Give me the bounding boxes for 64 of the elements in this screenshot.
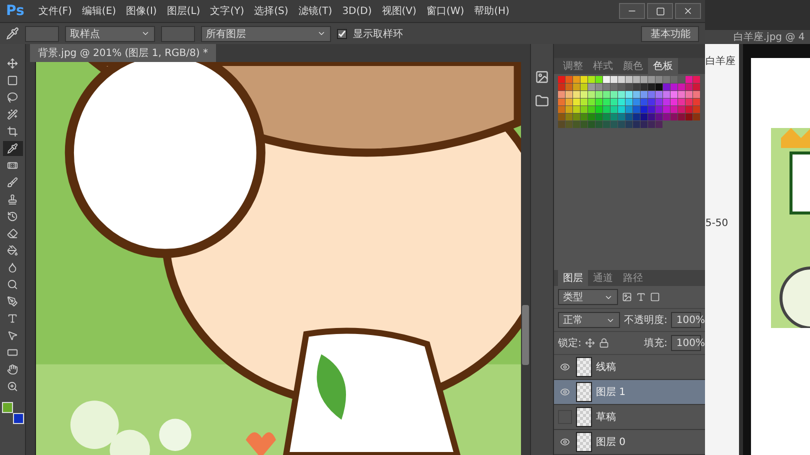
layer-thumbnail [576,382,592,402]
scroll-bar[interactable] [521,62,530,455]
shape-filter-icon[interactable] [650,292,660,302]
layer-row[interactable]: 线稿 [554,355,706,380]
chevron-icon [141,29,150,38]
fill-label: 填充: [644,336,668,350]
close-button[interactable] [675,3,702,19]
close-icon [683,6,694,16]
menu-item[interactable]: 帮助(H) [470,4,514,18]
panel-tab[interactable]: 通道 [588,270,618,286]
layer-row[interactable]: 图层 1 [554,380,706,405]
sample-swatch [161,26,195,42]
window-title: 白羊座.jpg @ 4 [705,30,810,44]
document-tab[interactable]: 背景.jpg @ 201% (图层 1, RGB/8) * [30,44,216,62]
panel-tab[interactable]: 色板 [648,58,678,74]
blend-mode-dropdown[interactable]: 正常 [558,312,620,328]
menu-item[interactable]: 滤镜(T) [294,4,336,18]
color-swatch-grid-drawing[interactable] [558,76,701,128]
layer-name: 草稿 [596,410,616,424]
move-lock-icon[interactable] [585,338,596,348]
page-text: 5-50 [705,218,730,229]
panel-tab[interactable]: 样式 [588,58,618,74]
background-color-chip[interactable] [12,413,24,424]
sample-size-dropdown[interactable]: 取样点 [65,26,155,42]
foreground-color-chip[interactable] [2,402,12,413]
layer-name: 线稿 [596,360,616,374]
type-filter-icon[interactable] [636,292,646,302]
maximize-icon [656,6,665,16]
sample-dropdown[interactable]: 所有图层 [201,26,331,42]
layer-thumbnail [576,357,592,377]
layer-thumbnail [576,407,592,427]
menu-item[interactable]: 图层(L) [162,4,204,18]
chevron-icon [317,29,326,38]
eyedropper-tool-icon[interactable] [2,141,22,156]
image-filter-icon[interactable] [622,292,632,302]
menu-item[interactable]: 文件(F) [34,4,76,18]
show-ring-checkbox[interactable] [337,28,347,38]
page-title: 白羊座 [705,54,736,68]
menu-item[interactable]: 视图(V) [378,4,420,18]
layer-thumbnail [576,432,592,452]
panel-tab[interactable]: 路径 [618,270,648,286]
maximize-button[interactable] [647,3,674,19]
panel-tab[interactable]: 图层 [558,270,588,286]
layer-row[interactable]: 草稿 [554,405,706,430]
menu-item[interactable]: 3D(D) [338,6,376,16]
lock-icon[interactable] [599,338,610,348]
eyedropper-icon[interactable] [6,27,19,40]
menu-item[interactable]: 文字(Y) [206,4,248,18]
menu-item[interactable]: 编辑(E) [78,4,120,18]
lock-label: 锁定: [558,336,582,350]
workspace-button[interactable]: 基本功能 [641,26,700,42]
layer-filter-dropdown[interactable]: 类型 [558,289,618,305]
layer-name: 图层 1 [596,386,626,399]
app-logo: Ps [5,3,26,19]
image-icon[interactable] [533,68,551,86]
layer-name: 图层 0 [596,436,626,449]
panel-tab[interactable]: 调整 [558,58,588,74]
menu-item[interactable]: 选择(S) [250,4,292,18]
menu-item[interactable]: 图像(I) [122,4,161,18]
show-ring-label: 显示取样环 [353,28,403,40]
layer-row[interactable]: 图层 0 [554,430,706,455]
panel-tab[interactable]: 颜色 [618,58,648,74]
opacity-label: 不透明度: [624,314,668,327]
menu-item[interactable]: 窗口(W) [422,4,468,18]
